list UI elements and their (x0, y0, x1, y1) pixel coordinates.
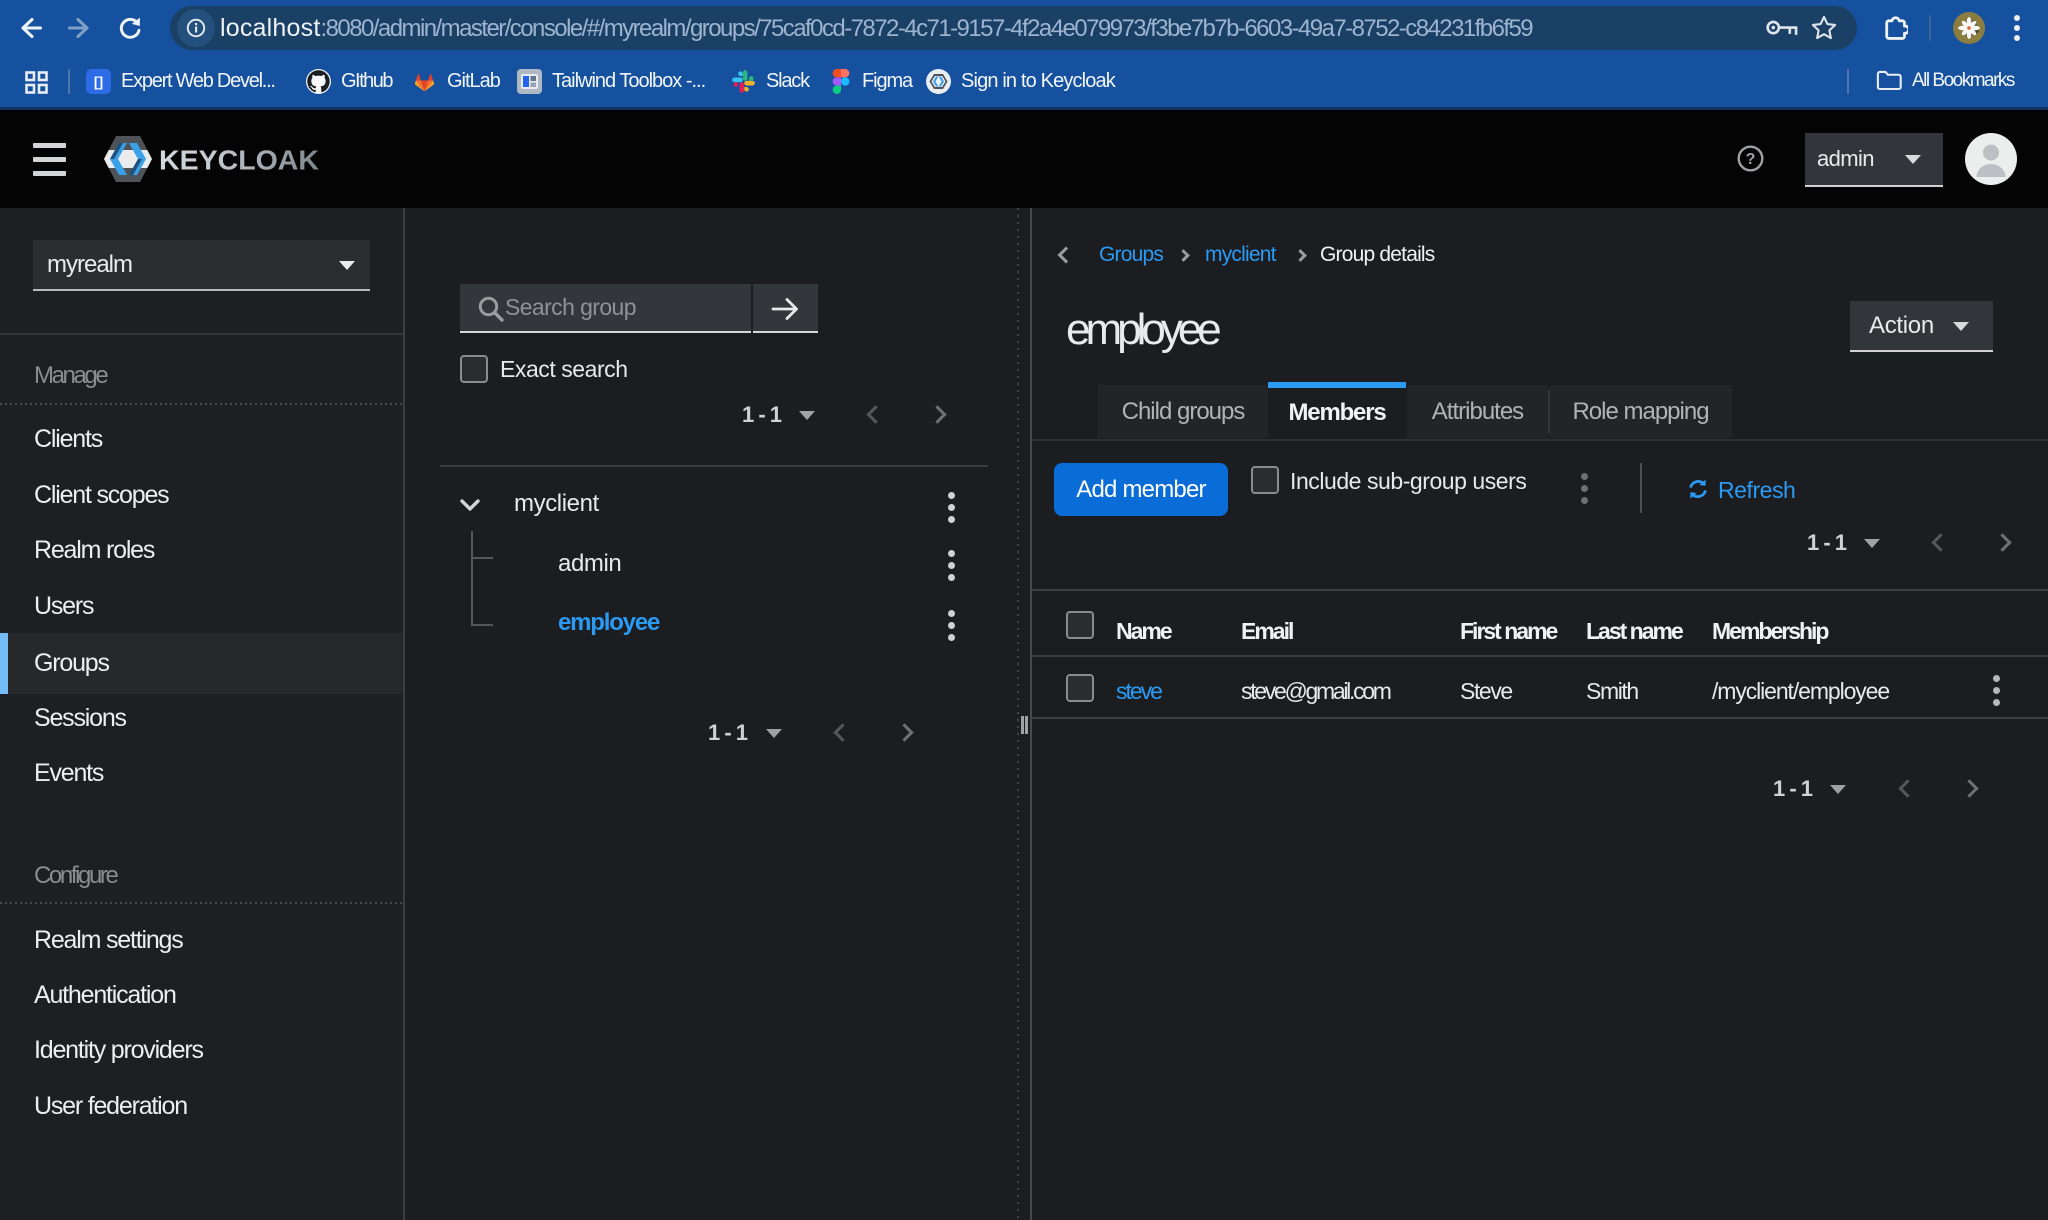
svg-text:[]: [] (94, 73, 103, 89)
svg-text:KEYCLOAK: KEYCLOAK (159, 145, 319, 176)
svg-text:?: ? (1746, 151, 1756, 168)
